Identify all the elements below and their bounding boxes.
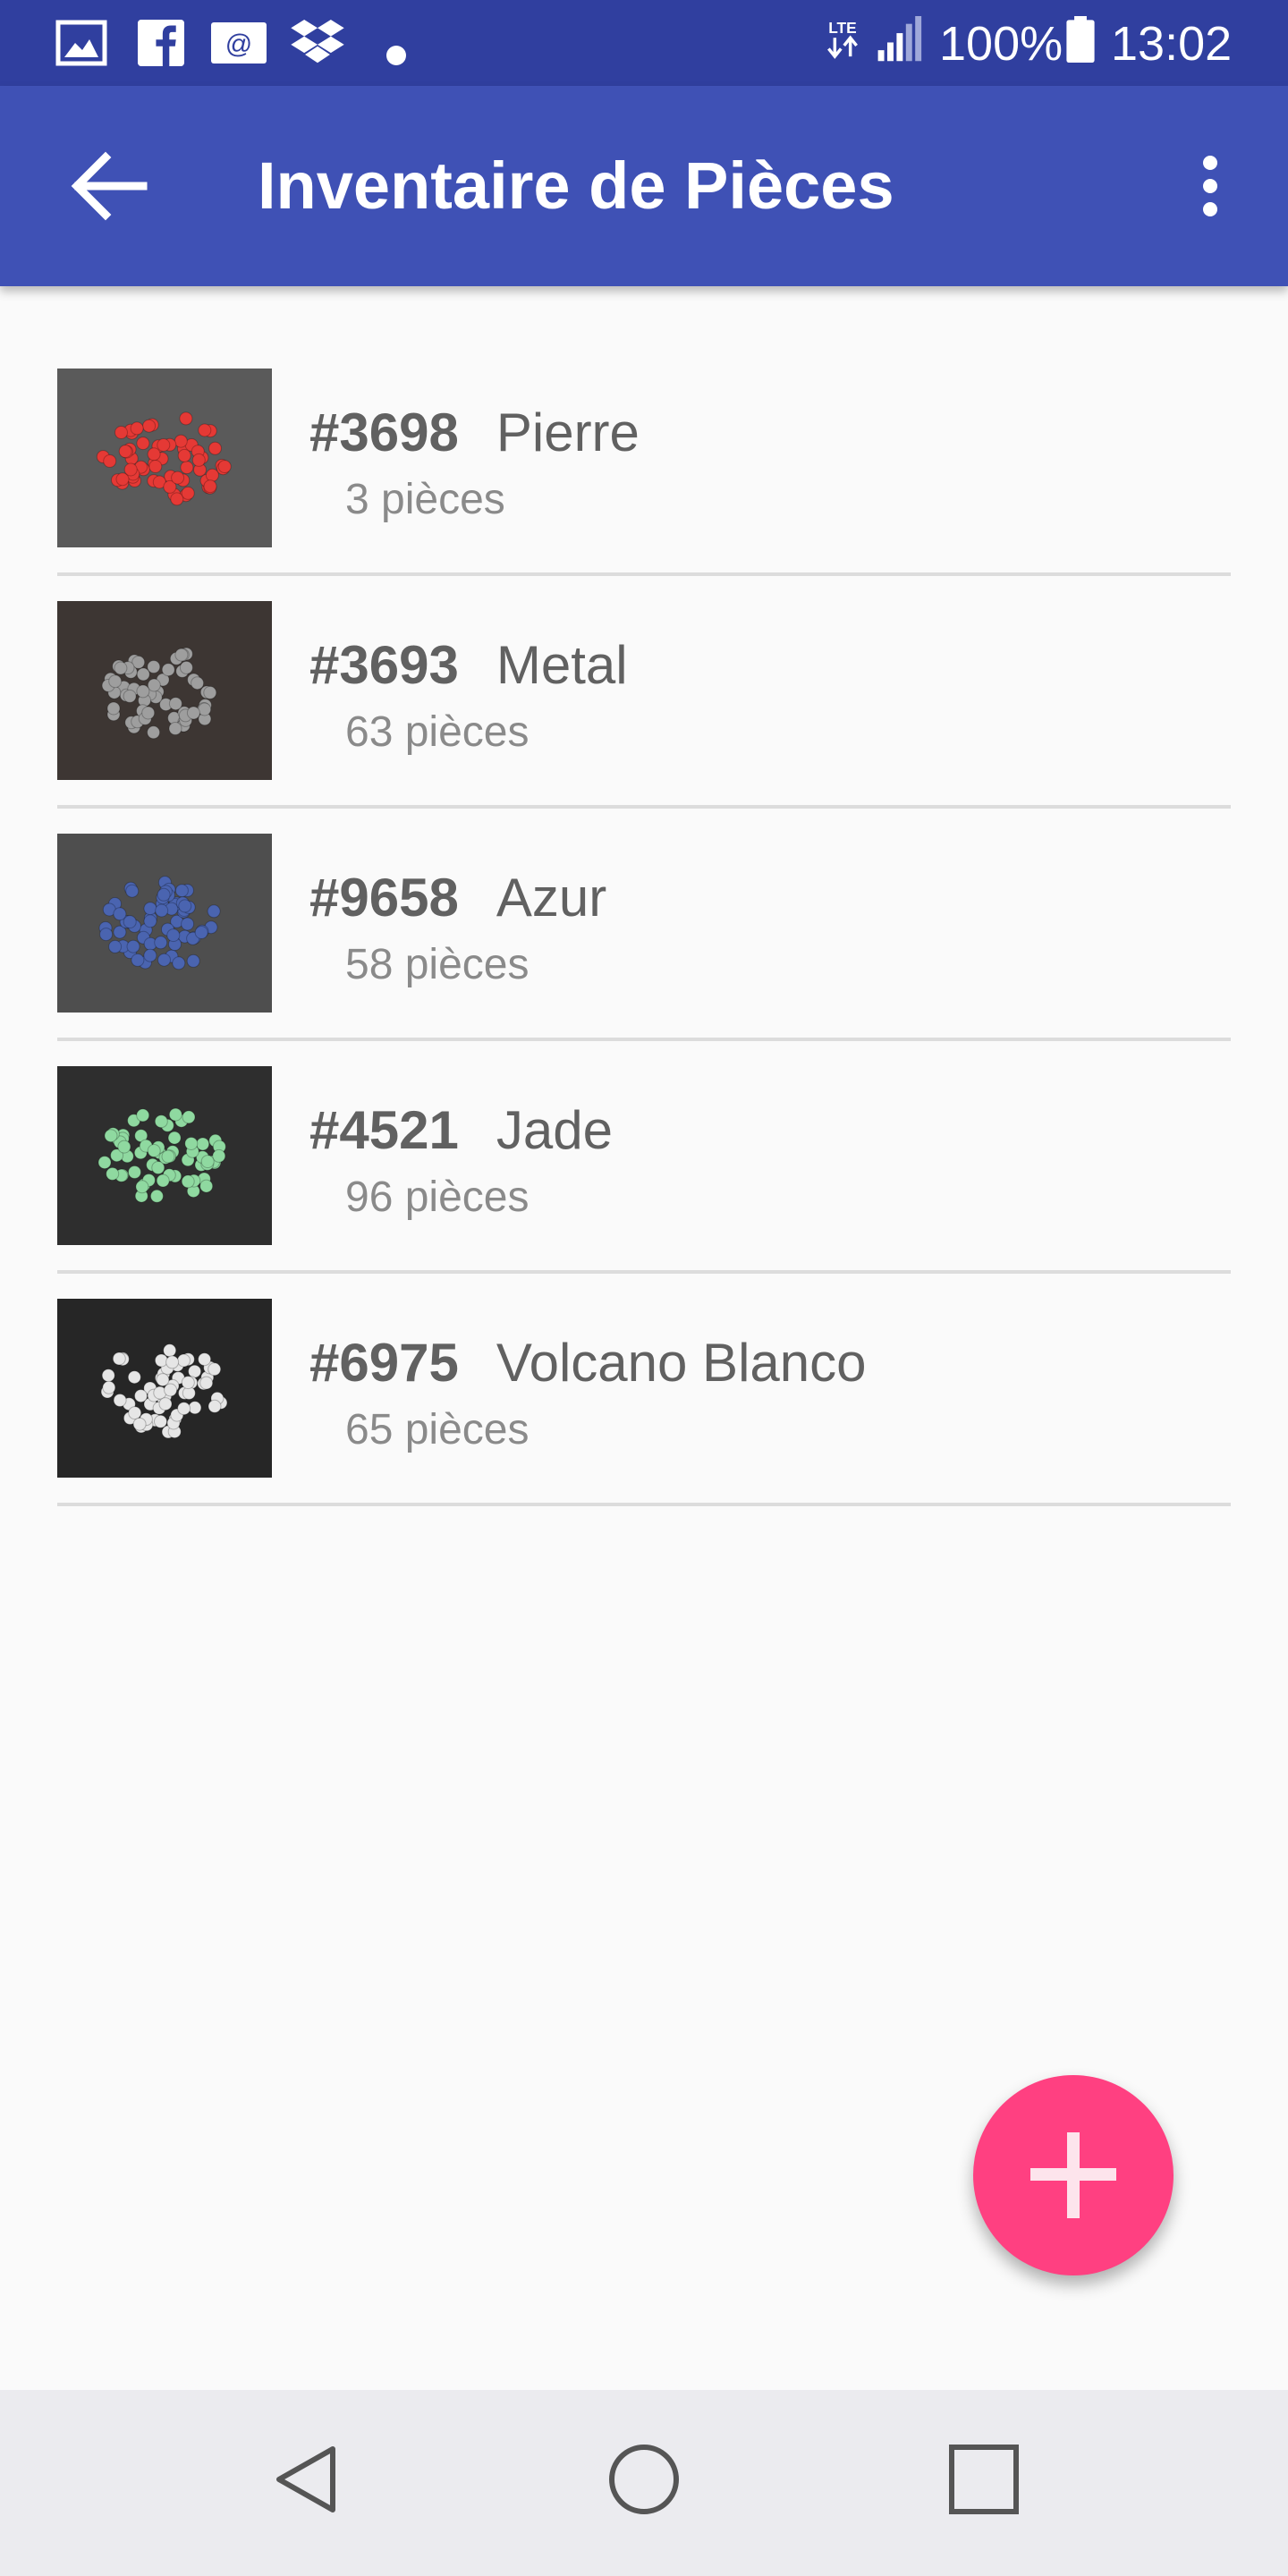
item-thumbnail — [57, 1066, 272, 1245]
item-thumbnail — [57, 834, 272, 1013]
nav-recents-icon[interactable] — [930, 2426, 1038, 2533]
image-icon — [55, 20, 107, 66]
item-code: #6975 — [309, 1333, 459, 1393]
svg-text:@: @ — [225, 30, 252, 59]
nav-back-icon[interactable] — [250, 2426, 358, 2533]
back-arrow-icon[interactable] — [54, 131, 165, 242]
inventory-list: #3698 Pierre 3 pièces #3693 Metal 63 pièce… — [57, 343, 1231, 1506]
signal-icon — [877, 16, 922, 62]
system-nav-bar — [0, 2390, 1288, 2576]
status-bar: @ LTE 100% 13:02 — [0, 0, 1288, 86]
dropbox-icon — [291, 20, 344, 64]
item-count: 58 pièces — [345, 941, 530, 988]
item-code: #3698 — [309, 402, 459, 462]
item-name: Jade — [496, 1100, 613, 1160]
nav-home-icon[interactable] — [590, 2426, 698, 2533]
dot-icon — [386, 46, 406, 65]
item-name: Pierre — [496, 402, 640, 462]
facebook-icon — [138, 20, 184, 66]
list-item[interactable]: #3698 Pierre 3 pièces — [57, 343, 1231, 576]
item-name: Volcano Blanco — [496, 1333, 867, 1393]
add-item-button[interactable] — [973, 2075, 1174, 2275]
app-bar: Inventaire de Pièces — [0, 86, 1288, 286]
beads-image — [57, 1066, 272, 1245]
lte-icon: LTE — [827, 19, 858, 59]
beads-image — [57, 601, 272, 780]
item-count: 96 pièces — [345, 1174, 530, 1221]
item-code: #3693 — [309, 635, 459, 695]
item-name: Azur — [496, 868, 607, 928]
item-count: 63 pièces — [345, 708, 530, 756]
overflow-menu-icon[interactable] — [1181, 132, 1240, 240]
beads-image — [57, 834, 272, 1013]
item-code: #4521 — [309, 1100, 459, 1160]
item-thumbnail — [57, 601, 272, 780]
list-item[interactable]: #9658 Azur 58 pièces — [57, 809, 1231, 1041]
list-item[interactable]: #3693 Metal 63 pièces — [57, 576, 1231, 809]
item-name: Metal — [496, 635, 628, 695]
item-code: #9658 — [309, 868, 459, 928]
email-icon: @ — [211, 22, 267, 64]
battery-icon — [1066, 16, 1095, 63]
svg-text:LTE: LTE — [828, 19, 856, 37]
item-count: 65 pièces — [345, 1406, 530, 1453]
item-count: 3 pièces — [345, 476, 505, 523]
clock: 13:02 — [1111, 17, 1233, 71]
page-title: Inventaire de Pièces — [258, 148, 894, 223]
item-thumbnail — [57, 1299, 272, 1478]
beads-image — [57, 369, 272, 547]
beads-image — [57, 1299, 272, 1478]
item-thumbnail — [57, 369, 272, 547]
list-item[interactable]: #6975 Volcano Blanco 65 pièces — [57, 1274, 1231, 1506]
battery-percent: 100% — [939, 17, 1063, 71]
list-item[interactable]: #4521 Jade 96 pièces — [57, 1041, 1231, 1274]
